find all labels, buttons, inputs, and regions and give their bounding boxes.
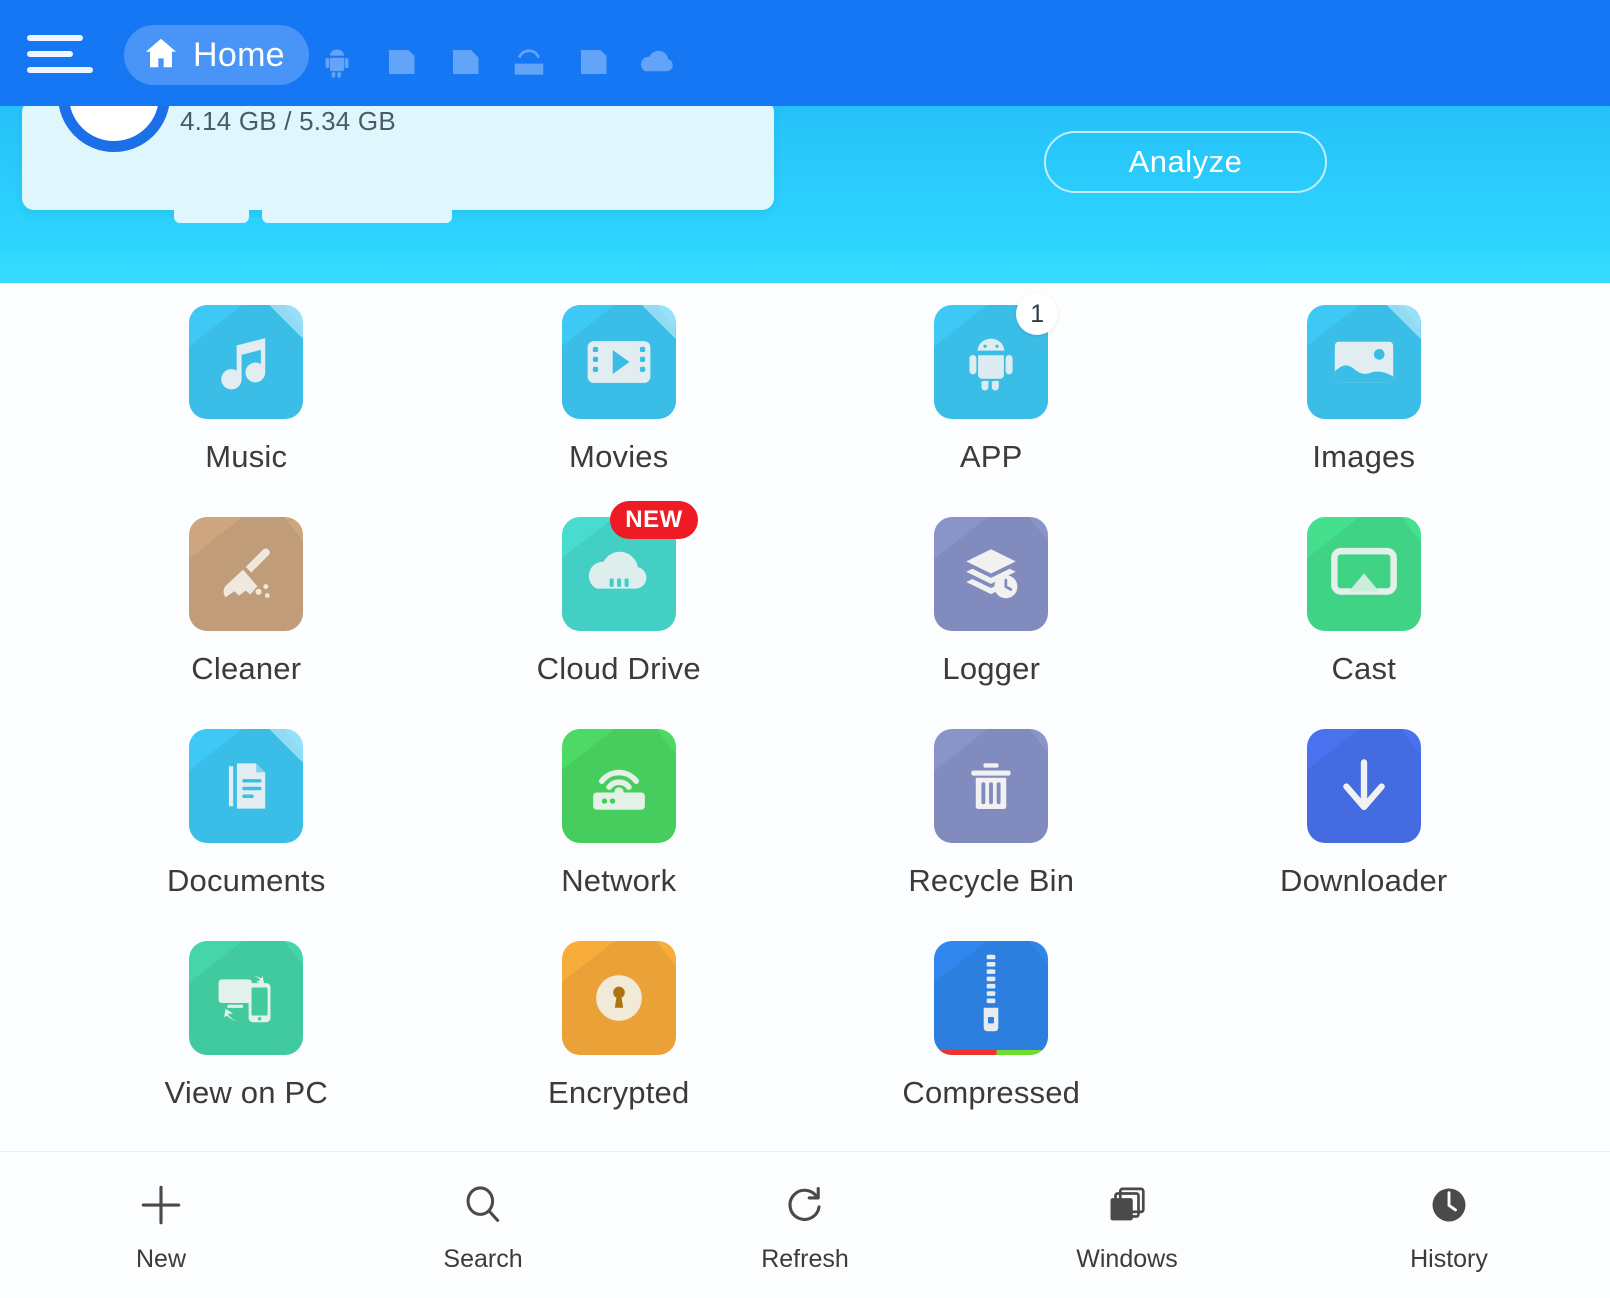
tile-recycle-bin[interactable]: Recycle Bin [805, 729, 1178, 941]
toolbar-history-label: History [1410, 1244, 1488, 1273]
clock-icon [1421, 1177, 1477, 1233]
android-tab-icon[interactable] [315, 39, 359, 85]
toolbar-windows[interactable]: Windows [966, 1177, 1288, 1274]
shortcut-grid: Music Movies 1 APP Images Cleaner NEW Cl… [0, 283, 1610, 1151]
tile-images[interactable]: Images [1178, 305, 1551, 517]
tile-label: Cleaner [191, 651, 302, 686]
screen-cast-icon [1306, 517, 1421, 631]
toolbar-search[interactable]: Search [322, 1177, 644, 1274]
tile-documents[interactable]: Documents [60, 729, 433, 941]
tile-label: Recycle Bin [908, 863, 1075, 898]
tile-label: Compressed [902, 1075, 1081, 1110]
tab-home-label: Home [193, 35, 285, 74]
tile-label: Music [205, 439, 288, 474]
toolbar-history[interactable]: History [1288, 1177, 1610, 1274]
card-notch-left [174, 207, 249, 223]
file-manager-app: 4.14 GB / 5.34 GB Analyze Home Music Mov… [0, 0, 1610, 1298]
cloud-tab-icon[interactable] [635, 39, 679, 85]
refresh-icon [777, 1177, 833, 1233]
storage-tab-icons [315, 38, 679, 86]
layers-clock-icon [934, 517, 1049, 631]
tile-compressed[interactable]: Compressed [805, 941, 1178, 1153]
magnifier-icon [455, 1177, 511, 1233]
tile-label: Logger [942, 651, 1041, 686]
bottom-toolbar: New Search Refresh Windows History [0, 1151, 1610, 1298]
tile-cast[interactable]: Cast [1178, 517, 1551, 729]
top-navigation-bar: Home [0, 0, 1610, 106]
windows-stack-icon [1099, 1177, 1155, 1233]
tile-label: APP [959, 439, 1023, 474]
tile-label: Cast [1331, 651, 1397, 686]
broom-icon [189, 517, 304, 631]
plus-icon [133, 1177, 189, 1233]
tile-network[interactable]: Network [433, 729, 806, 941]
home-icon [142, 34, 180, 77]
tile-label: Movies [569, 439, 669, 474]
tile-view-on-pc[interactable]: View on PC [60, 941, 433, 1153]
tile-cleaner[interactable]: Cleaner [60, 517, 433, 729]
tile-music[interactable]: Music [60, 305, 433, 517]
tile-logger[interactable]: Logger [805, 517, 1178, 729]
tile-cloud-drive[interactable]: NEW Cloud Drive [433, 501, 806, 729]
toolbar-new-label: New [135, 1244, 186, 1273]
tile-label: View on PC [164, 1075, 328, 1110]
toolbar-search-label: Search [443, 1244, 523, 1273]
tile-label: Documents [166, 863, 326, 898]
picture-icon [1306, 305, 1421, 419]
storage-usage-text: 4.14 GB / 5.34 GB [180, 106, 396, 136]
storage-tab-icon[interactable] [379, 39, 423, 85]
app-count-badge: 1 [1016, 293, 1059, 335]
tile-label: Cloud Drive [536, 651, 701, 686]
lock-circle-icon [561, 941, 676, 1055]
monitor-phone-icon [189, 941, 304, 1055]
film-play-icon [561, 305, 676, 419]
tile-app[interactable]: 1 APP [805, 293, 1178, 517]
tile-movies[interactable]: Movies [433, 305, 806, 517]
tile-label: Images [1312, 439, 1416, 474]
tile-downloader[interactable]: Downloader [1178, 729, 1551, 941]
tab-home[interactable]: Home [124, 25, 309, 85]
tile-label: Network [561, 863, 677, 898]
sdcard-tab-icon[interactable] [443, 39, 487, 85]
storage-summary-card[interactable]: 4.14 GB / 5.34 GB [22, 40, 774, 223]
toolbar-new[interactable]: New [0, 1177, 322, 1274]
toolbar-refresh-label: Refresh [761, 1244, 849, 1273]
document-lines-icon [189, 729, 304, 843]
analyze-button[interactable]: Analyze [1044, 131, 1327, 193]
router-wifi-icon [561, 729, 676, 843]
toolbar-refresh[interactable]: Refresh [644, 1177, 966, 1274]
new-badge: NEW [610, 501, 698, 539]
music-note-icon [189, 305, 304, 419]
lan-tab-icon[interactable] [507, 39, 551, 85]
tile-label: Downloader [1280, 863, 1448, 898]
toolbar-windows-label: Windows [1076, 1244, 1178, 1273]
storage2-tab-icon[interactable] [571, 39, 615, 85]
hamburger-menu-icon[interactable] [27, 31, 93, 77]
tile-encrypted[interactable]: Encrypted [433, 941, 806, 1153]
zipper-icon [934, 941, 1049, 1055]
download-arrow-icon [1306, 729, 1421, 843]
tile-label: Encrypted [548, 1075, 690, 1110]
trash-can-icon [934, 729, 1049, 843]
card-notch-right [262, 207, 452, 223]
